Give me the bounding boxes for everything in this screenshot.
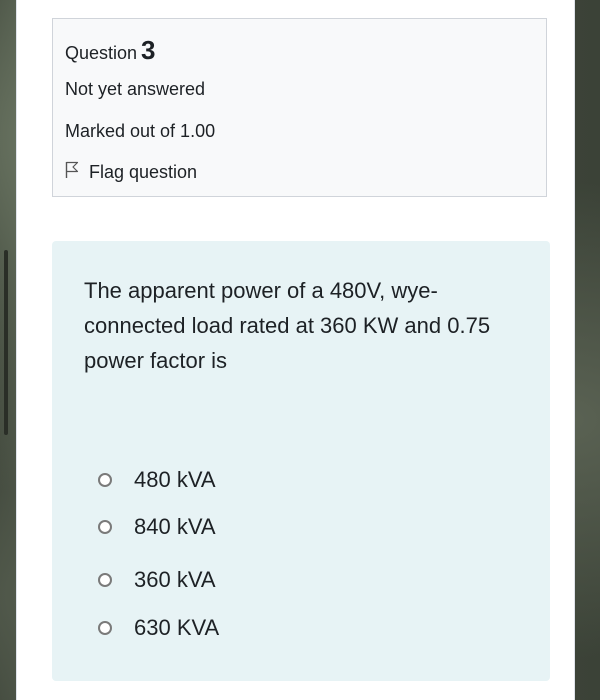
scrollbar[interactable]	[4, 250, 8, 435]
answer-option-c[interactable]: 360 kVA	[98, 567, 216, 593]
answer-option-b[interactable]: 840 kVA	[98, 514, 216, 540]
flag-question-button[interactable]: Flag question	[65, 161, 197, 184]
answer-label: 630 KVA	[134, 615, 220, 640]
question-info-panel: Question 3 Not yet answered Marked out of…	[52, 18, 547, 197]
radio-button[interactable]	[98, 573, 112, 587]
question-label: Question	[65, 43, 138, 63]
question-text: The apparent power of a 480V, wye-connec…	[84, 278, 491, 373]
question-heading: Question 3	[65, 35, 156, 66]
radio-button[interactable]	[98, 473, 112, 487]
question-state: Not yet answered	[65, 79, 206, 99]
question-content: The apparent power of a 480V, wye-connec…	[52, 241, 550, 681]
answer-label: 360 kVA	[134, 567, 216, 592]
flag-icon	[65, 161, 89, 184]
question-number: 3	[141, 35, 156, 65]
answer-option-a[interactable]: 480 kVA	[98, 467, 216, 493]
radio-button[interactable]	[98, 621, 112, 635]
flag-question-label: Flag question	[89, 162, 198, 182]
radio-button[interactable]	[98, 520, 112, 534]
answer-label: 480 kVA	[134, 467, 216, 492]
question-grade: Marked out of 1.00	[65, 121, 216, 141]
quiz-page: Question 3 Not yet answered Marked out of…	[16, 0, 575, 700]
answer-option-d[interactable]: 630 KVA	[98, 615, 219, 641]
answer-label: 840 kVA	[134, 514, 216, 539]
